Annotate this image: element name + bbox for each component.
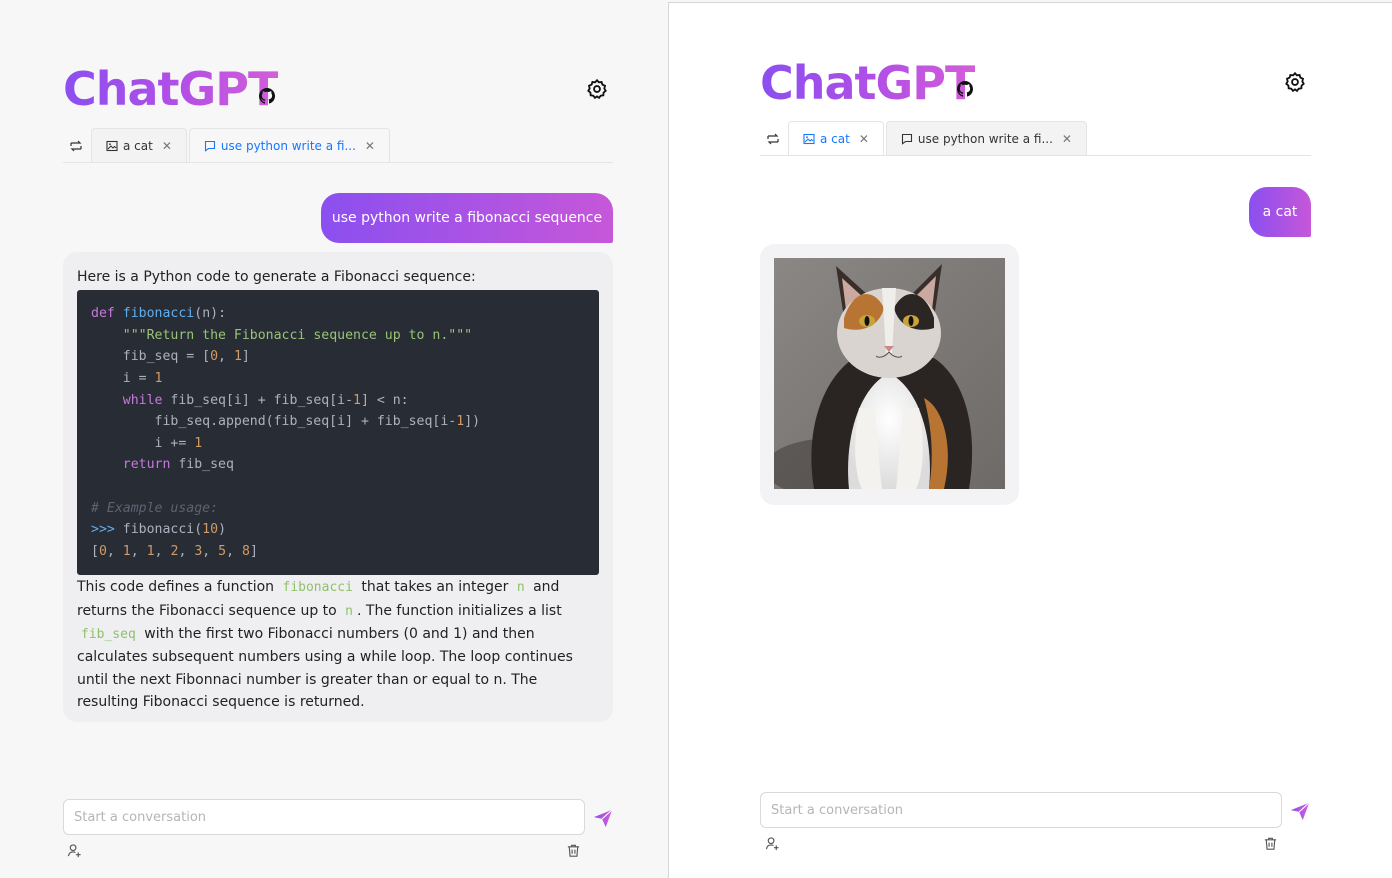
code-line: fib_seq.append(fib_seq[i] + fib_seq[i-1]… xyxy=(91,414,481,430)
inline-code: n xyxy=(516,580,525,596)
text: that takes an integer xyxy=(361,579,509,596)
github-icon[interactable] xyxy=(259,88,275,104)
new-chat-icon xyxy=(767,133,779,145)
code-line: i += 1 xyxy=(91,435,203,451)
left-chat-window: ChatGPT a cat ✕ use python write a fi...… xyxy=(0,0,666,878)
tab-label: use python write a fi... xyxy=(917,131,1053,146)
code-line: """Return the Fibonacci sequence up to n… xyxy=(122,327,473,343)
code-line: while fib_seq[i] + fib_seq[i-1] < n: xyxy=(122,392,409,408)
tab-bar: a cat ✕ use python write a fi... ✕ xyxy=(63,128,613,163)
cat-image xyxy=(774,258,1005,489)
gear-icon[interactable] xyxy=(1284,71,1306,93)
user-message: a cat xyxy=(1249,187,1311,237)
gear-icon[interactable] xyxy=(586,78,608,100)
assistant-explanation: This code defines a function fibonacci t… xyxy=(77,576,599,713)
close-icon[interactable]: ✕ xyxy=(162,139,172,153)
code-line: [0, 1, 1, 2, 3, 5, 8] xyxy=(91,543,258,559)
close-icon[interactable]: ✕ xyxy=(859,132,869,146)
tab-python-fibonacci[interactable]: use python write a fi... ✕ xyxy=(188,128,390,162)
code-line: fib_seq = [0, 1] xyxy=(91,349,250,365)
message-input[interactable]: Start a conversation xyxy=(760,792,1282,828)
text: . The function initializes a list xyxy=(357,602,562,619)
tab-a-cat[interactable]: a cat ✕ xyxy=(788,121,884,155)
add-user-icon[interactable] xyxy=(765,836,780,851)
code-block: def fibonacci(n): """Return the Fibonacc… xyxy=(77,290,599,576)
new-chat-button[interactable] xyxy=(760,123,786,155)
code-line: i = 1 xyxy=(91,371,163,387)
tab-label: use python write a fi... xyxy=(220,138,356,153)
inline-code: fib_seq xyxy=(81,627,136,643)
assistant-intro: Here is a Python code to generate a Fibo… xyxy=(77,269,476,285)
send-icon[interactable] xyxy=(592,807,614,829)
inline-code: fibonacci xyxy=(282,580,353,596)
code-line: return fib_seq xyxy=(122,457,234,473)
close-icon[interactable]: ✕ xyxy=(365,139,375,153)
add-user-icon[interactable] xyxy=(67,843,82,858)
assistant-message: Here is a Python code to generate a Fibo… xyxy=(63,252,613,722)
tab-bar: a cat ✕ use python write a fi... ✕ xyxy=(760,121,1311,156)
new-chat-button[interactable] xyxy=(63,130,89,162)
app-title: ChatGPT xyxy=(760,56,976,110)
trash-icon[interactable] xyxy=(566,843,581,858)
tab-a-cat[interactable]: a cat ✕ xyxy=(91,128,187,162)
image-icon xyxy=(106,140,118,151)
inline-code: n xyxy=(345,603,353,619)
assistant-message xyxy=(760,244,1019,505)
tab-label: a cat xyxy=(820,131,850,146)
tab-label: a cat xyxy=(123,138,153,153)
image-icon xyxy=(803,133,815,144)
code-line: def fibonacci(n): xyxy=(91,306,227,322)
send-icon[interactable] xyxy=(1289,800,1311,822)
right-chat-window: ChatGPT a cat ✕ use python write a fi...… xyxy=(668,2,1392,878)
trash-icon[interactable] xyxy=(1263,836,1278,851)
app-title: ChatGPT xyxy=(63,62,279,116)
message-icon xyxy=(901,133,912,145)
text: with the first two Fibonacci numbers (0 … xyxy=(77,626,573,710)
close-icon[interactable]: ✕ xyxy=(1062,132,1072,146)
github-icon[interactable] xyxy=(957,81,973,97)
new-chat-icon xyxy=(70,140,82,152)
code-line: >>> fibonacci(10) xyxy=(91,522,227,538)
code-line: # Example usage: xyxy=(91,500,219,516)
user-message: use python write a fibonacci sequence xyxy=(321,193,613,243)
text: This code defines a function xyxy=(77,579,275,596)
tab-python-fibonacci[interactable]: use python write a fi... ✕ xyxy=(885,121,1087,155)
message-input[interactable]: Start a conversation xyxy=(63,799,585,835)
message-icon xyxy=(204,140,215,152)
